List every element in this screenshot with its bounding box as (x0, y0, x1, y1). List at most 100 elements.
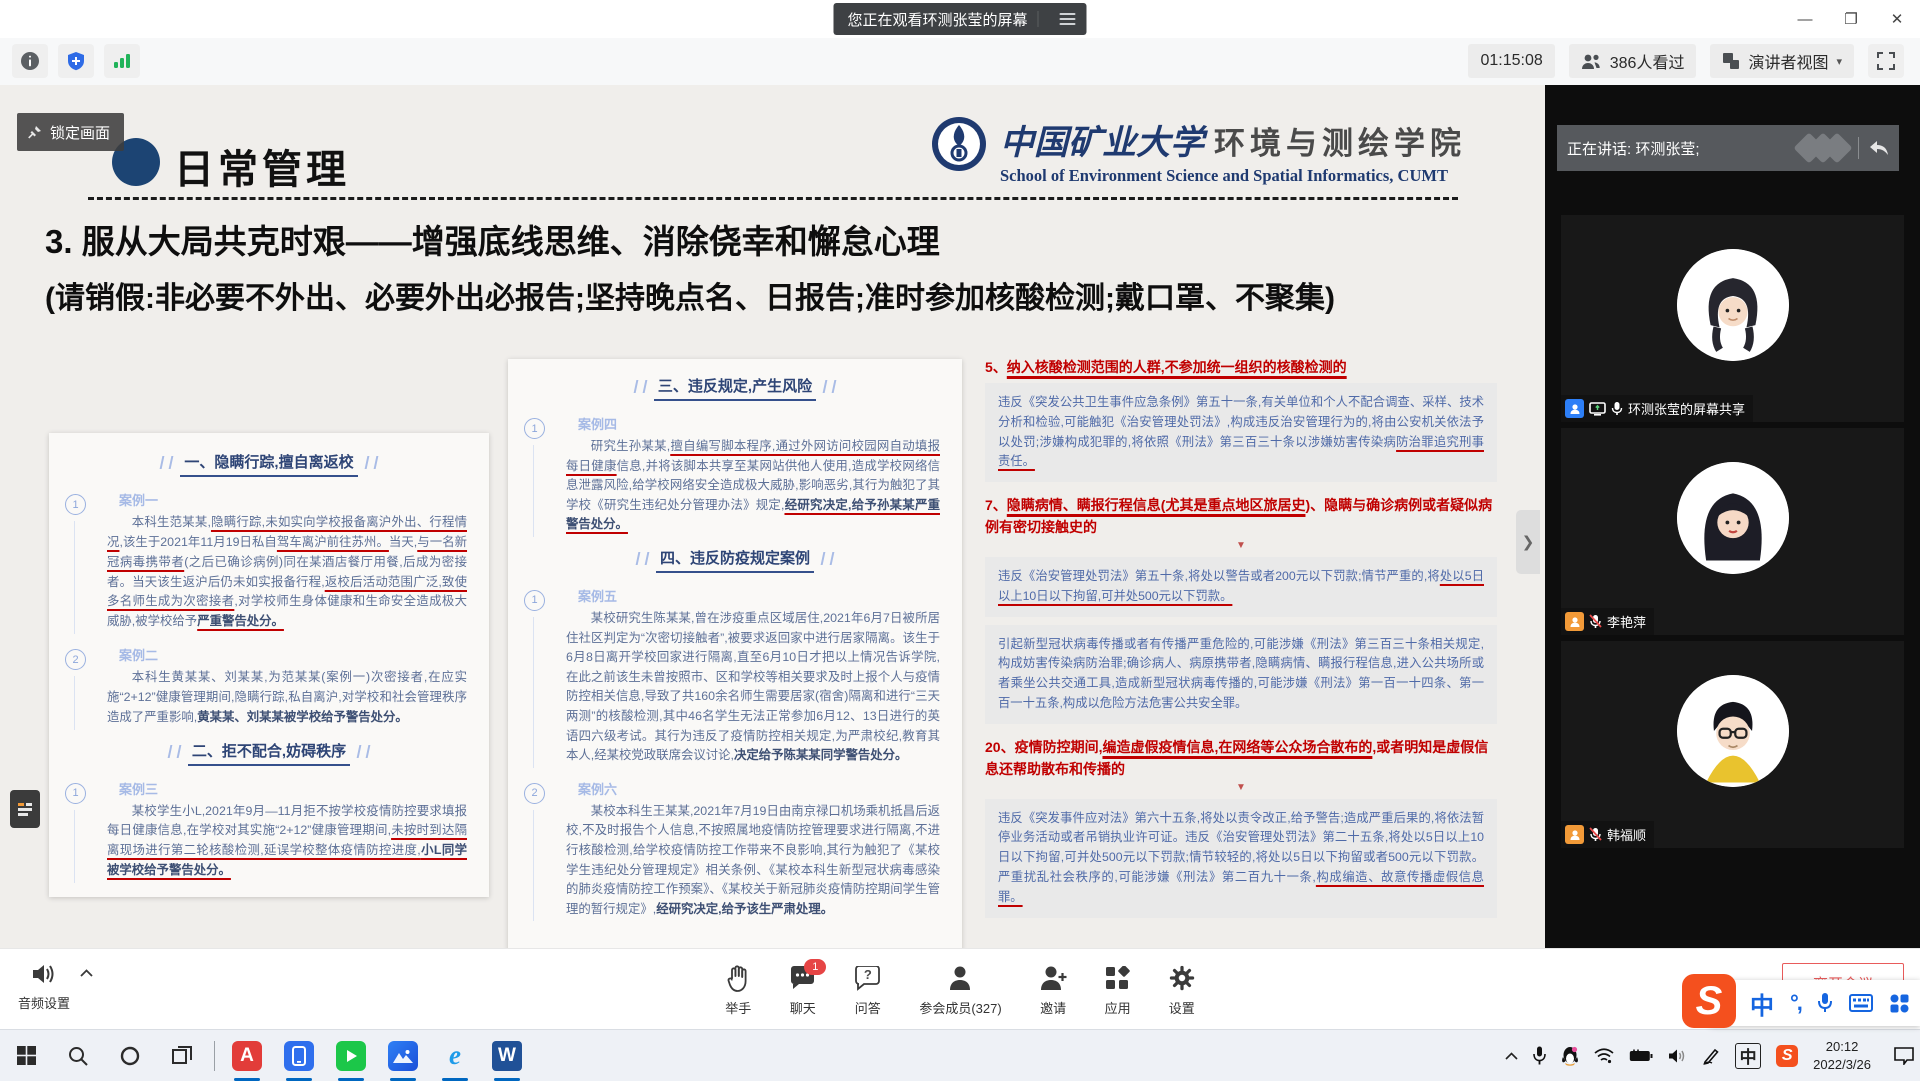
law-body: 违反《治安管理处罚法》第五十条,将处以警告或者200元以下罚款;情节严重的,将处… (985, 557, 1497, 617)
network-signal-icon[interactable] (104, 44, 140, 78)
text-segment: 违反《治安管理处罚法》第五十条,将处以警告或者200元以下罚款;情节严重的,将 (998, 569, 1440, 583)
text-segment: 本科生范某某, (132, 515, 211, 529)
taskbar-app-iqiyi[interactable] (325, 1030, 377, 1081)
sogou-tray-icon[interactable]: S (1776, 1045, 1798, 1067)
ime-voice-icon[interactable] (1817, 992, 1833, 1014)
pen-icon[interactable] (1702, 1047, 1720, 1065)
university-emblem-icon (930, 115, 988, 173)
text-segment: ,该生于2021年11月19日私自 (119, 535, 276, 549)
speaker-avatars (1806, 137, 1848, 159)
mic-muted-icon (1589, 614, 1602, 629)
member-icon (1565, 825, 1584, 844)
text-segment: 某校研究生陈某某,曾在涉疫重点区域居住,2021年6月7日被所居住社区判定为“次… (566, 611, 940, 762)
taskbar-app-word[interactable]: W (481, 1030, 533, 1081)
taskbar-app-phone[interactable] (273, 1030, 325, 1081)
wifi-icon[interactable] (1594, 1048, 1614, 1064)
case-2: 2 案例二 本科生黄某某、刘某某,为范某某(案例一)次密接者,在应实施“2+12… (49, 636, 489, 732)
section-3-header: 三、违反规定,产生风险 (508, 375, 962, 401)
university-logo: 中国矿业大学 环境与测绘学院 School of Environment Sci… (930, 115, 1466, 186)
start-button[interactable] (0, 1030, 52, 1081)
case-1: 1 案例一 本科生范某某,隐瞒行踪,未如实向学校报备离沪外出、行程情况,该生于2… (49, 481, 489, 636)
ime-mode-toggle[interactable]: 中 (1750, 986, 1774, 1021)
ime-keyboard-icon[interactable] (1849, 994, 1873, 1012)
viewers-button[interactable]: 386人看过 (1569, 44, 1697, 78)
watching-banner: 您正在观看环测张莹的屏幕 (833, 3, 1086, 35)
ime-punctuation-toggle[interactable]: °, (1790, 990, 1801, 1016)
speaking-text: 正在讲话: 环测张莹; (1567, 138, 1700, 159)
task-view-icon[interactable] (156, 1030, 208, 1081)
settings-button[interactable]: 设置 (1169, 963, 1195, 1017)
lock-screen-button[interactable]: 锁定画面 (17, 113, 124, 151)
section-4-header: 四、违反防疫规定案例 (508, 547, 962, 573)
security-shield-icon[interactable] (58, 44, 94, 78)
chat-badge: 1 (804, 959, 826, 975)
close-button[interactable]: ✕ (1874, 0, 1920, 38)
video-tile-participant[interactable]: 韩福顺 (1561, 641, 1904, 848)
invite-button[interactable]: 邀请 (1040, 963, 1067, 1017)
cortana-icon[interactable] (104, 1030, 156, 1081)
tray-mic-icon[interactable] (1533, 1046, 1546, 1065)
text-segment: 7、 (985, 497, 1007, 513)
apps-button[interactable]: 应用 (1105, 963, 1131, 1017)
chevron-down-icon: ▾ (1836, 55, 1842, 68)
annotation-tools-tab[interactable] (10, 790, 40, 828)
sogou-logo-icon[interactable]: S (1682, 974, 1736, 1028)
slide-title: 日常管理 (174, 137, 350, 195)
case-label: 案例四 (578, 414, 940, 433)
view-mode-label: 演讲者视图 (1748, 49, 1828, 73)
law-header: 7、隐瞒病情、瞒报行程信息(尤其是重点地区旅居史)、隐瞒与确诊病例或者疑似病例有… (985, 495, 1497, 538)
taskbar-app-a[interactable]: A (221, 1030, 273, 1081)
banner-menu-icon[interactable] (1049, 3, 1087, 35)
section-1-header: 一、隐瞒行踪,擅自离返校 (49, 451, 489, 477)
meeting-topbar: 01:15:08 386人看过 演讲者视图 ▾ (0, 38, 1920, 86)
window-titlebar: 您正在观看环测张莹的屏幕 — ❐ ✕ (0, 0, 1920, 38)
hidden-icons-chevron[interactable] (1505, 1052, 1518, 1060)
taskbar-clock[interactable]: 20:12 2022/3/26 (1813, 1038, 1871, 1073)
minimize-button[interactable]: — (1782, 0, 1828, 38)
clock-time: 20:12 (1813, 1038, 1871, 1056)
back-arrow-icon[interactable] (1869, 140, 1889, 156)
chat-button[interactable]: 1 聊天 (789, 963, 816, 1017)
video-tile-participant[interactable]: 李艳萍 (1561, 428, 1904, 635)
viewers-count: 386人看过 (1610, 49, 1685, 73)
meeting-toolbar: 音频设置 举手 1 聊天 ? 问答 (0, 948, 1920, 1030)
maximize-button[interactable]: ❐ (1828, 0, 1874, 38)
member-icon (1565, 612, 1584, 631)
ime-menu-icon[interactable] (1889, 993, 1909, 1013)
text-segment: 黄某某、刘某某被学校给予警告处分。 (197, 710, 408, 724)
meeting-timer: 01:15:08 (1468, 44, 1554, 78)
speaking-banner: 正在讲话: 环测张莹; (1557, 125, 1899, 171)
tray-qq-icon[interactable] (1561, 1046, 1579, 1066)
battery-icon[interactable] (1629, 1049, 1653, 1063)
law-body: 违反《突发公共卫生事件应急条例》第五十一条,有关单位和个人不配合调查、采样、技术… (985, 383, 1497, 483)
view-mode-dropdown[interactable]: 演讲者视图 ▾ (1710, 44, 1854, 78)
university-name-cn: 中国矿业大学 (1000, 115, 1204, 164)
sidebar-collapse-button[interactable]: ❯ (1516, 510, 1540, 574)
participants-button[interactable]: 参会成员(327) (919, 963, 1001, 1017)
law-header: 20、疫情防控期间,编造虚假疫情信息,在网络等公众场合散布的,或者明知是虚假信息… (985, 737, 1497, 780)
case-number: 2 (65, 649, 86, 670)
search-icon[interactable] (52, 1030, 104, 1081)
taskbar-app-meeting[interactable] (377, 1030, 429, 1081)
fullscreen-button[interactable] (1868, 44, 1904, 78)
qna-button[interactable]: ? 问答 (854, 963, 881, 1017)
mic-muted-icon (1589, 827, 1602, 842)
case-number: 1 (524, 418, 545, 439)
law-header: 5、纳入核酸检测范围的人群,不参加统一组织的核酸检测的 (985, 357, 1497, 379)
dashed-divider (88, 197, 1458, 200)
taskbar-app-ie[interactable]: e (429, 1030, 481, 1081)
raise-hand-button[interactable]: 举手 (725, 963, 751, 1017)
windows-taskbar: A e W 中 S 20:12 2022/3/26 (0, 1029, 1920, 1081)
action-center-icon[interactable] (1894, 1047, 1914, 1065)
video-tile-screen-share[interactable]: 环测张莹的屏幕共享 (1561, 215, 1904, 422)
participant-name: 李艳萍 (1607, 612, 1646, 631)
meeting-info-icon[interactable] (12, 44, 48, 78)
avatar (1677, 462, 1789, 574)
input-mode-indicator[interactable]: 中 (1735, 1043, 1761, 1069)
question-mark-glyph: ? (854, 967, 881, 982)
volume-icon[interactable] (1668, 1048, 1687, 1064)
case-text: 研究生孙某某,擅自编写脚本程序,通过外网访问校园网自动填报每日健康信息,并将该脚… (566, 437, 940, 535)
slide-heading: 3. 服从大局共克时艰——增强底线思维、消除侥幸和懈怠心理 (45, 215, 940, 263)
watching-banner-text: 您正在观看环测张莹的屏幕 (847, 9, 1027, 30)
shared-screen: 日常管理 中国矿业大学 环境与测绘学院 School of Environmen… (0, 85, 1545, 948)
